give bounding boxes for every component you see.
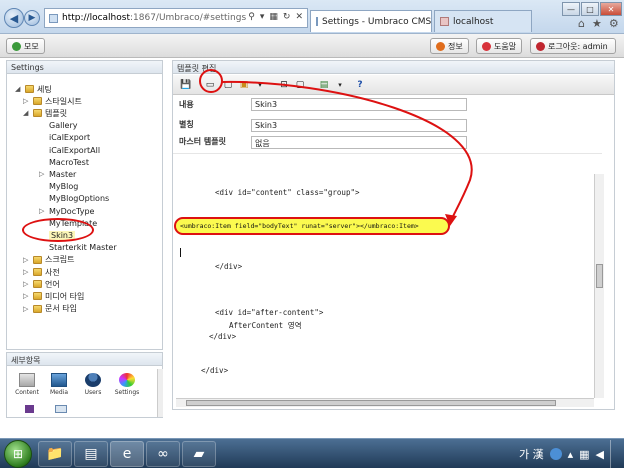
system-tray: 가 漢 ▴ ▦ ◀ <box>519 439 620 469</box>
explorer-icon[interactable]: 📁 <box>38 441 72 467</box>
annotation-arrow <box>221 80 473 226</box>
ime-indicator[interactable]: 가 漢 <box>519 446 544 462</box>
show-desktop-button[interactable] <box>610 440 620 468</box>
app-icon[interactable]: ▰ <box>182 441 216 467</box>
tray-arrow-icon[interactable]: ▴ <box>568 448 574 461</box>
network-icon[interactable]: ▦ <box>579 448 589 461</box>
help-icon[interactable] <box>549 448 562 460</box>
visual-studio-icon[interactable]: ∞ <box>146 441 180 467</box>
volume-icon[interactable]: ◀ <box>596 448 604 461</box>
app-icon[interactable]: ▤ <box>74 441 108 467</box>
taskbar: ⊞ 📁 ▤ e ∞ ▰ 가 漢 ▴ ▦ ◀ <box>0 438 624 468</box>
start-button[interactable]: ⊞ <box>4 440 32 468</box>
ie-icon[interactable]: e <box>110 441 144 467</box>
